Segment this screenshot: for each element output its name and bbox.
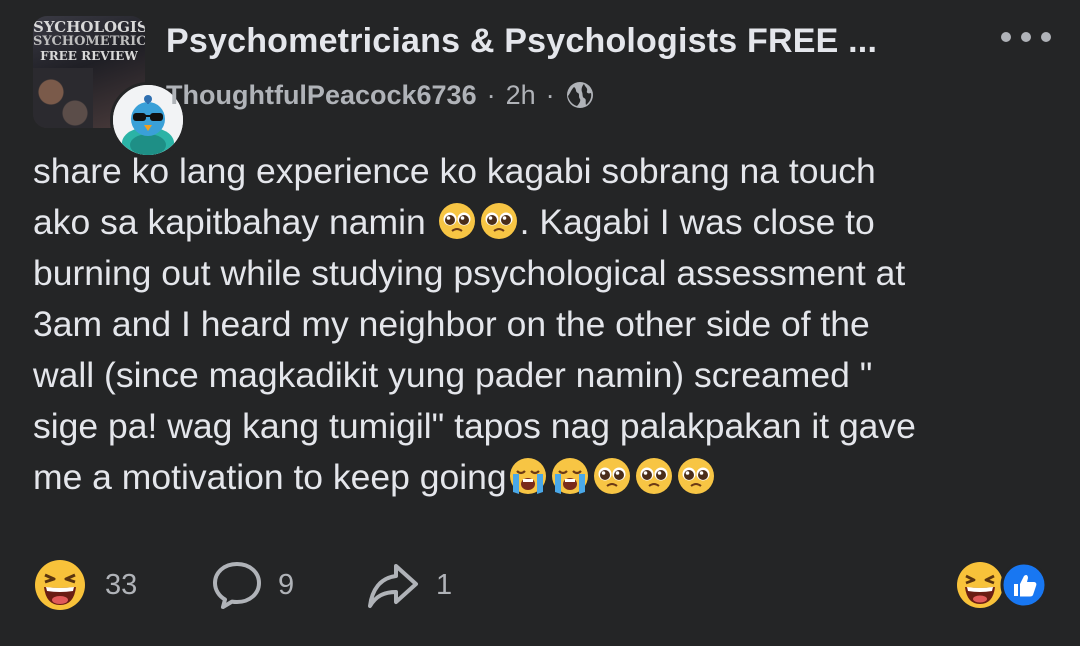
post-line: 3am and I heard my neighbor on the other… <box>33 304 870 344</box>
post-avatars: SYCHOLOGISTS SYCHOMETRICIA FREE REVIEW <box>33 16 186 158</box>
share-count: 1 <box>436 568 453 601</box>
post-time[interactable]: 2h <box>506 80 536 111</box>
share-button[interactable]: 1 <box>366 560 452 610</box>
more-options-icon <box>1001 32 1051 42</box>
meta-separator: · <box>545 79 555 110</box>
haha-reaction-icon <box>957 562 1003 608</box>
group-name[interactable]: Psychometricians & Psychologists FREE ..… <box>166 22 877 61</box>
post-line-text: me a motivation to keep going <box>33 457 507 497</box>
pleading-face-icon <box>634 456 674 496</box>
post-line-text: ako sa kapitbahay namin <box>33 202 436 242</box>
post-meta: ThoughtfulPeacock6736 · 2h · <box>166 78 595 112</box>
like-reaction-icon <box>1000 561 1048 609</box>
post-line-text: . Kagabi I was close to <box>519 202 875 242</box>
loudly-crying-face-icon <box>508 456 548 496</box>
more-options-button[interactable] <box>996 20 1056 54</box>
comment-count: 9 <box>278 568 295 601</box>
comment-icon <box>213 562 261 609</box>
share-icon <box>368 564 418 608</box>
group-avatar-text-2: SYCHOMETRICIA <box>33 34 145 49</box>
pleading-face-icon <box>592 456 632 496</box>
reaction-summary-icons <box>957 561 1048 609</box>
post-line: burning out while studying psychological… <box>33 253 906 293</box>
comment-button[interactable]: 9 <box>210 560 294 610</box>
post-footer: 33 9 1 <box>0 552 1080 618</box>
post-line: share ko lang experience ko kagabi sobra… <box>33 151 876 191</box>
globe-icon <box>565 80 595 110</box>
post-line: me a motivation to keep going <box>33 452 1043 503</box>
reaction-button[interactable]: 33 <box>33 560 137 610</box>
reaction-summary[interactable] <box>956 560 1048 610</box>
meta-separator: · <box>486 79 496 110</box>
loudly-crying-face-icon <box>550 456 590 496</box>
pleading-face-icon <box>676 456 716 496</box>
post-line: sige pa! wag kang tumigil" tapos nag pal… <box>33 406 916 446</box>
pleading-face-icon <box>437 201 477 241</box>
post-card: SYCHOLOGISTS SYCHOMETRICIA FREE REVIEW P… <box>0 0 1080 646</box>
post-body: share ko lang experience ko kagabi sobra… <box>33 146 1043 503</box>
post-line: ako sa kapitbahay namin . Kagabi I was c… <box>33 197 1043 248</box>
post-line: wall (since magkadikit yung pader namin)… <box>33 355 873 395</box>
reaction-count: 33 <box>105 568 138 601</box>
group-avatar-photo <box>33 68 93 128</box>
grinning-squinting-face-icon <box>35 560 85 610</box>
pleading-face-icon <box>479 201 519 241</box>
author-name[interactable]: ThoughtfulPeacock6736 <box>166 80 477 111</box>
group-avatar-text-3: FREE REVIEW <box>40 49 138 63</box>
